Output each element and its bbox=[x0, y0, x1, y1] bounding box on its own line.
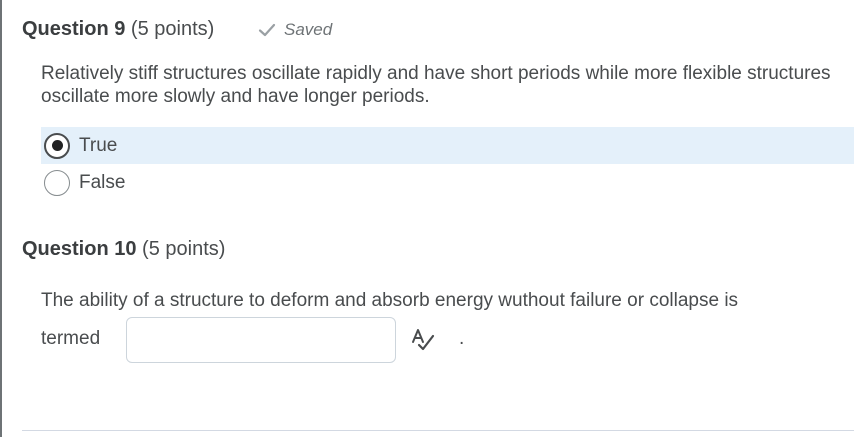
saved-status: Saved bbox=[258, 20, 332, 40]
answer-input[interactable] bbox=[126, 317, 396, 363]
radio-true[interactable] bbox=[44, 132, 70, 159]
quiz-page: Question 9 (5 points) Saved Relatively s… bbox=[0, 0, 864, 437]
radio-false[interactable] bbox=[44, 169, 70, 196]
option-false[interactable]: False bbox=[41, 164, 854, 201]
question-9-header: Question 9 (5 points) bbox=[22, 18, 214, 41]
option-false-label: False bbox=[79, 171, 126, 193]
option-true-label: True bbox=[79, 134, 118, 156]
question-9-title: Question 9 bbox=[22, 18, 126, 40]
question-9-points: (5 points) bbox=[130, 18, 215, 40]
question-9-text: Relatively stiff structures oscillate ra… bbox=[41, 63, 831, 107]
question-10-header: Question 10 (5 points) bbox=[22, 238, 225, 261]
check-icon bbox=[258, 23, 276, 37]
divider bbox=[22, 430, 854, 431]
question-10-text: The ability of a structure to deform and… bbox=[41, 290, 739, 311]
question-10-points: (5 points) bbox=[142, 238, 226, 260]
question-10-title: Question 10 bbox=[22, 238, 137, 260]
spellcheck-icon[interactable] bbox=[410, 327, 436, 353]
question-10-text-termed: termed bbox=[41, 328, 101, 349]
option-true[interactable]: True bbox=[41, 127, 854, 164]
question-10-trailing-period: . bbox=[459, 328, 465, 349]
saved-label: Saved bbox=[284, 20, 333, 39]
